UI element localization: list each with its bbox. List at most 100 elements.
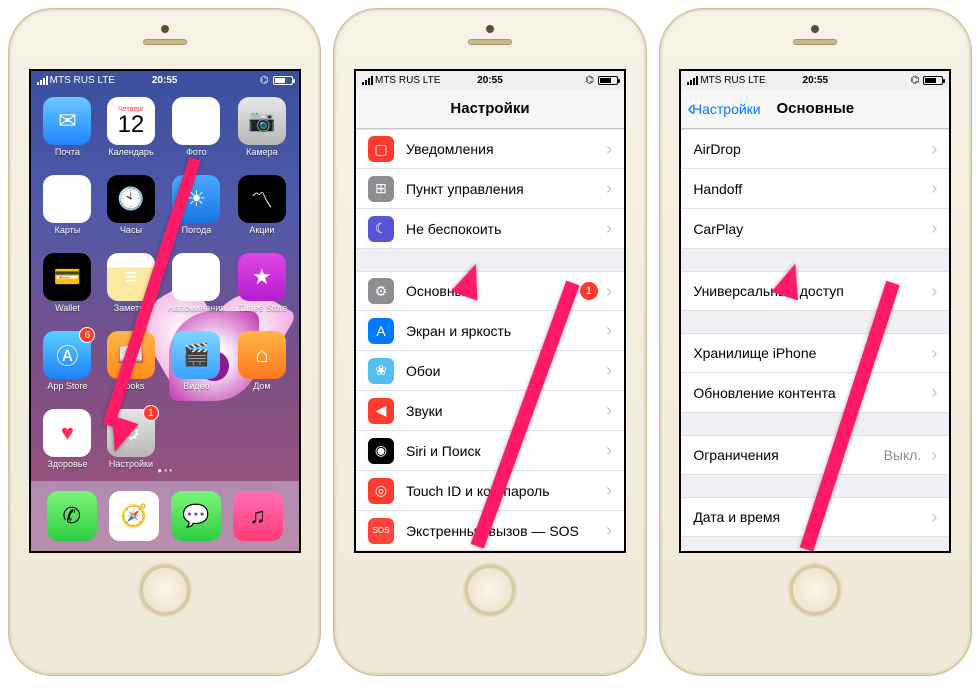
- reminders-icon: ☑: [172, 253, 220, 301]
- safari-icon[interactable]: 🧭: [109, 491, 159, 541]
- app-label: Карты: [55, 225, 81, 235]
- row-универсальный-доступ[interactable]: Универсальный доступ›: [681, 271, 949, 311]
- wallpaper-icon: ❀: [368, 358, 394, 384]
- row-основные[interactable]: ⚙Основные1›: [356, 271, 624, 311]
- app-дом[interactable]: ⌂Дом: [235, 331, 289, 405]
- row-siri-и-поиск[interactable]: ◉Siri и Поиск›: [356, 431, 624, 471]
- row-label: Не беспокоить: [406, 221, 602, 237]
- stocks-icon: 〽: [238, 175, 286, 223]
- row-label: AirDrop: [693, 141, 927, 157]
- app-погода[interactable]: ☀Погода: [168, 175, 225, 249]
- back-button[interactable]: ‹ Настройки: [687, 99, 760, 119]
- status-bar: MTS RUS LTE 20:55 ⌬: [31, 71, 299, 89]
- settings-list[interactable]: ▢Уведомления›⊞Пункт управления›☾Не беспо…: [356, 129, 624, 551]
- phone-2: MTS RUS LTE 20:55 ⌬ Настройки ▢Уведомлен…: [333, 8, 646, 676]
- clock: 20:55: [31, 75, 299, 86]
- dnd-icon: ☾: [368, 216, 394, 242]
- chevron-right-icon: ›: [931, 218, 937, 239]
- app-label: Погода: [182, 225, 212, 235]
- row-badge: 1: [580, 282, 598, 300]
- app-акции[interactable]: 〽 Акции: [235, 175, 289, 249]
- app-карты[interactable]: ⌖Карты: [41, 175, 95, 249]
- app-почта[interactable]: ✉︎Почта: [41, 97, 95, 171]
- chevron-right-icon: ›: [606, 320, 612, 341]
- row-label: Обои: [406, 363, 602, 379]
- app-label: Камера: [246, 147, 277, 157]
- battery-icon: [598, 76, 618, 85]
- row-touch-id-и-код-пароль[interactable]: ◎Touch ID и код-пароль›: [356, 471, 624, 511]
- itunes-icon: ★: [238, 253, 286, 301]
- page-indicator[interactable]: ● • •: [31, 466, 299, 475]
- app-видео[interactable]: 🎬Видео: [168, 331, 225, 405]
- app-itunes-store[interactable]: ★iTunes Store: [235, 253, 289, 327]
- calendar-day: 12: [118, 113, 145, 137]
- chevron-right-icon: ›: [931, 507, 937, 528]
- status-bar: MTS RUS LTE 20:55 ⌬: [356, 71, 624, 89]
- row-carplay[interactable]: CarPlay›: [681, 209, 949, 249]
- row-label: Handoff: [693, 181, 927, 197]
- app-календарь[interactable]: Четверг12Календарь: [104, 97, 158, 171]
- row-label: Хранилище iPhone: [693, 345, 927, 361]
- phone-1: MTS RUS LTE 20:55 ⌬ ✉︎ПочтаЧетверг12Кале…: [8, 8, 321, 676]
- chevron-right-icon: ›: [606, 281, 612, 302]
- chevron-right-icon: ›: [606, 400, 612, 421]
- row-обновление-контента[interactable]: Обновление контента›: [681, 373, 949, 413]
- app-app-store[interactable]: Ⓐ6App Store: [41, 331, 95, 405]
- app-часы[interactable]: 🕙Часы: [104, 175, 158, 249]
- app-label: Фото: [186, 147, 207, 157]
- app-label: Почта: [55, 147, 80, 157]
- row-ограничения[interactable]: ОграниченияВыкл.›: [681, 435, 949, 475]
- row-label: Уведомления: [406, 141, 602, 157]
- row-пункт-управления[interactable]: ⊞ Пункт управления›: [356, 169, 624, 209]
- home-button[interactable]: [465, 565, 515, 615]
- screen-general: MTS RUS LTE 20:55 ⌬ ‹ Настройки Основные…: [679, 69, 951, 553]
- nav-title: Основные: [776, 100, 854, 117]
- row-обои[interactable]: ❀ Обои›: [356, 351, 624, 391]
- app-напоминания[interactable]: ☑ Напоминания: [168, 253, 225, 327]
- row-airdrop[interactable]: AirDrop›: [681, 129, 949, 169]
- appstore-icon: Ⓐ6: [43, 331, 91, 379]
- row-handoff[interactable]: Handoff›: [681, 169, 949, 209]
- chevron-right-icon: ›: [931, 382, 937, 403]
- app-заметки[interactable]: ≡Заметки: [104, 253, 158, 327]
- row-дата-и-время[interactable]: Дата и время›: [681, 497, 949, 537]
- app-label: Часы: [120, 225, 142, 235]
- badge: 6: [79, 327, 95, 343]
- chevron-right-icon: ›: [606, 360, 612, 381]
- app-label: Wallet: [55, 303, 80, 313]
- nav-bar: Настройки: [356, 89, 624, 129]
- row-экстренный-вызов-sos[interactable]: SOSЭкстренный вызов — SOS›: [356, 511, 624, 551]
- app-label: Акции: [249, 225, 274, 235]
- chevron-right-icon: ›: [931, 445, 937, 466]
- home-button[interactable]: [790, 565, 840, 615]
- app-камера[interactable]: 📷Камера: [235, 97, 289, 171]
- chevron-right-icon: ›: [606, 139, 612, 160]
- row-label: Универсальный доступ: [693, 283, 927, 299]
- app-фото[interactable]: ❁Фото: [168, 97, 225, 171]
- app-wallet[interactable]: 💳Wallet: [41, 253, 95, 327]
- badge: 1: [143, 405, 159, 421]
- chevron-right-icon: ›: [606, 178, 612, 199]
- app-ibooks[interactable]: 📖iBooks: [104, 331, 158, 405]
- chevron-right-icon: ›: [931, 139, 937, 160]
- row-хранилище-iphone[interactable]: Хранилище iPhone›: [681, 333, 949, 373]
- general-list[interactable]: AirDrop›Handoff›CarPlay›Универсальный до…: [681, 129, 949, 551]
- nav-bar: ‹ Настройки Основные: [681, 89, 949, 129]
- row-звуки[interactable]: ◀Звуки›: [356, 391, 624, 431]
- music-icon[interactable]: ♫: [233, 491, 283, 541]
- chevron-right-icon: ›: [931, 178, 937, 199]
- row-label: Пункт управления: [406, 181, 602, 197]
- row-экран-и-яркость[interactable]: AЭкран и яркость›: [356, 311, 624, 351]
- app-label: Напоминания: [168, 303, 225, 313]
- battery-icon: [273, 76, 293, 85]
- row-label: CarPlay: [693, 221, 927, 237]
- back-label: Настройки: [692, 101, 761, 117]
- control-icon: ⊞: [368, 176, 394, 202]
- phone-icon[interactable]: ✆: [47, 491, 97, 541]
- home-button[interactable]: [140, 565, 190, 615]
- row-не-беспокоить[interactable]: ☾Не беспокоить›: [356, 209, 624, 249]
- video-icon: 🎬: [172, 331, 220, 379]
- messages-icon[interactable]: 💬: [171, 491, 221, 541]
- row-уведомления[interactable]: ▢Уведомления›: [356, 129, 624, 169]
- chevron-right-icon: ›: [606, 440, 612, 461]
